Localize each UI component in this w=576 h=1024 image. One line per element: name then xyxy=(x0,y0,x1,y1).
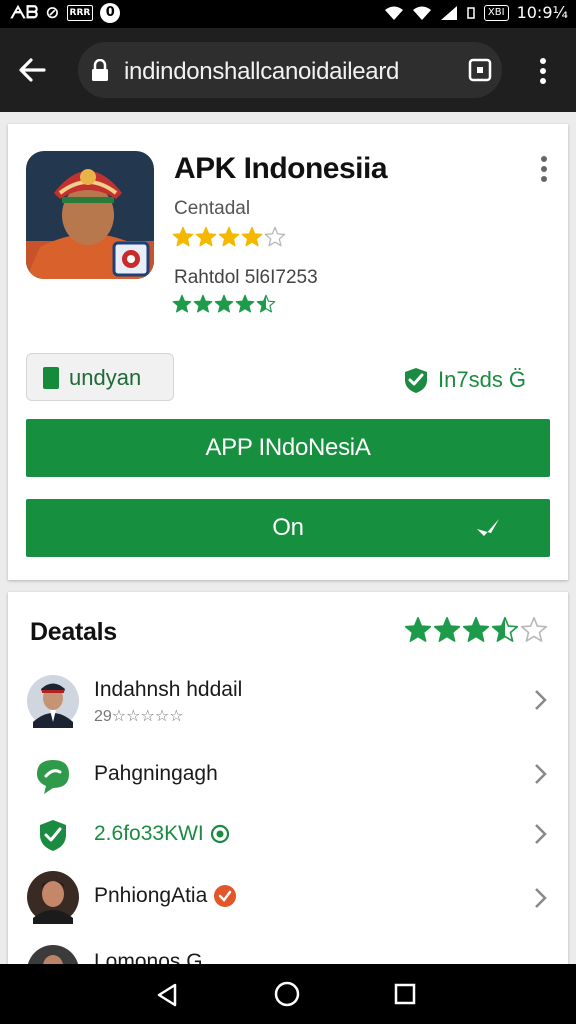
tab-switcher-icon[interactable] xyxy=(468,58,492,82)
details-rating-stars xyxy=(404,616,548,644)
chevron-right-icon xyxy=(535,764,547,784)
list-item-title: Indahnsh hddail xyxy=(94,678,243,701)
browser-toolbar: indindonshallcanoidaileard xyxy=(0,28,576,112)
status-bar: ᗅᗷ ⊘ RRR 0 XBI 10:9¼ xyxy=(0,0,576,28)
list-item[interactable]: 2.6fo33KWI xyxy=(8,808,568,862)
list-item[interactable]: Pahgningagh xyxy=(8,748,568,802)
details-title: Deatals xyxy=(30,618,117,646)
notification-badge-icon: ⊘ xyxy=(45,3,60,23)
star-icon xyxy=(241,226,263,247)
download-chip[interactable]: undyan xyxy=(26,353,174,401)
wifi-icon xyxy=(412,6,431,20)
star-icon xyxy=(520,616,548,642)
open-button[interactable]: On xyxy=(26,499,550,557)
chevron-right-icon xyxy=(535,888,547,908)
list-item-title: PnhiongAtia xyxy=(94,884,237,908)
app-rating-stars xyxy=(172,226,286,248)
star-icon xyxy=(235,294,255,313)
star-icon xyxy=(195,226,217,247)
avatar xyxy=(27,945,79,964)
star-icon xyxy=(193,294,213,313)
star-icon xyxy=(256,294,276,313)
list-item-subtitle: 29☆☆☆☆☆ xyxy=(94,708,184,725)
list-item-title-text: 2.6fo33KWI xyxy=(94,822,204,845)
status-right-icons: XBI 10:9¼ xyxy=(384,3,568,22)
shield-check-icon xyxy=(40,820,66,851)
download-chip-label: undyan xyxy=(69,365,142,390)
orange-check-icon xyxy=(214,885,237,908)
url-text[interactable]: indindonshallcanoidaileard xyxy=(124,58,399,86)
star-icon xyxy=(264,226,286,247)
app-secondary-rating-stars xyxy=(172,294,276,314)
app-title: APK Indonesiia xyxy=(174,152,388,185)
verified-badge: In7sds G̈ xyxy=(402,366,526,394)
status-left-icons: ᗅᗷ ⊘ RRR 0 xyxy=(10,3,121,23)
app-card: APK Indonesiia Centadal Rahtdol 5l6I7253… xyxy=(8,124,568,580)
phone-icon xyxy=(43,367,59,389)
list-item-title: 2.6fo33KWI xyxy=(94,822,230,846)
app-publisher[interactable]: Centadal xyxy=(174,198,250,220)
avatar xyxy=(27,871,79,924)
nav-recents-icon[interactable] xyxy=(394,983,416,1005)
install-button[interactable]: APP INdoNesiA xyxy=(26,419,550,477)
avatar xyxy=(27,675,79,728)
more-vertical-icon[interactable] xyxy=(530,56,556,86)
install-button-label: APP INdoNesiA xyxy=(205,434,371,461)
app-icon-image xyxy=(26,151,154,279)
open-button-label: On xyxy=(272,514,304,541)
wifi-icon xyxy=(384,6,403,20)
list-item[interactable]: Lomonos G xyxy=(8,944,568,964)
list-item-title: Pahgningagh xyxy=(94,762,218,785)
notification-icons: ᗅᗷ xyxy=(10,3,39,23)
star-icon xyxy=(218,226,240,247)
address-bar[interactable]: indindonshallcanoidaileard xyxy=(78,42,502,98)
status-time: 10:9¼ xyxy=(516,3,568,22)
details-card: Deatals Indahnsh hddail 29☆☆☆☆☆ Pahgning… xyxy=(8,592,568,964)
system-nav-bar xyxy=(0,964,576,1024)
alarm-icon xyxy=(467,6,475,19)
list-item[interactable]: PnhiongAtia xyxy=(8,870,568,926)
signal-icon xyxy=(440,5,457,20)
star-icon xyxy=(214,294,234,313)
star-icon xyxy=(491,616,519,642)
star-icon xyxy=(404,616,432,642)
notification-box-icon: RRR xyxy=(66,5,94,21)
list-item[interactable]: Indahnsh hddail 29☆☆☆☆☆ xyxy=(8,672,568,732)
list-item-title: Lomonos G xyxy=(94,950,203,964)
nav-back-icon[interactable] xyxy=(155,982,179,1008)
shield-check-icon xyxy=(405,368,427,393)
chevron-right-icon xyxy=(535,690,547,710)
verified-label: In7sds G̈ xyxy=(438,367,527,392)
app-more-icon[interactable] xyxy=(534,154,554,184)
notification-ring-icon: 0 xyxy=(100,3,121,23)
nav-home-icon[interactable] xyxy=(274,981,300,1007)
star-icon xyxy=(462,616,490,642)
back-arrow-icon[interactable] xyxy=(16,54,48,86)
star-icon xyxy=(172,294,192,313)
lock-icon xyxy=(92,59,108,81)
app-rating-count: Rahtdol 5l6I7253 xyxy=(174,267,318,288)
star-icon xyxy=(433,616,461,642)
chevron-right-icon xyxy=(535,824,547,844)
app-icon[interactable] xyxy=(26,151,154,279)
chat-bubble-icon xyxy=(37,760,69,794)
verified-circle-icon xyxy=(210,825,229,844)
battery-icon: XBI xyxy=(483,4,509,21)
star-icon xyxy=(172,226,194,247)
check-icon xyxy=(477,519,499,536)
list-item-title-text: PnhiongAtia xyxy=(94,884,208,907)
